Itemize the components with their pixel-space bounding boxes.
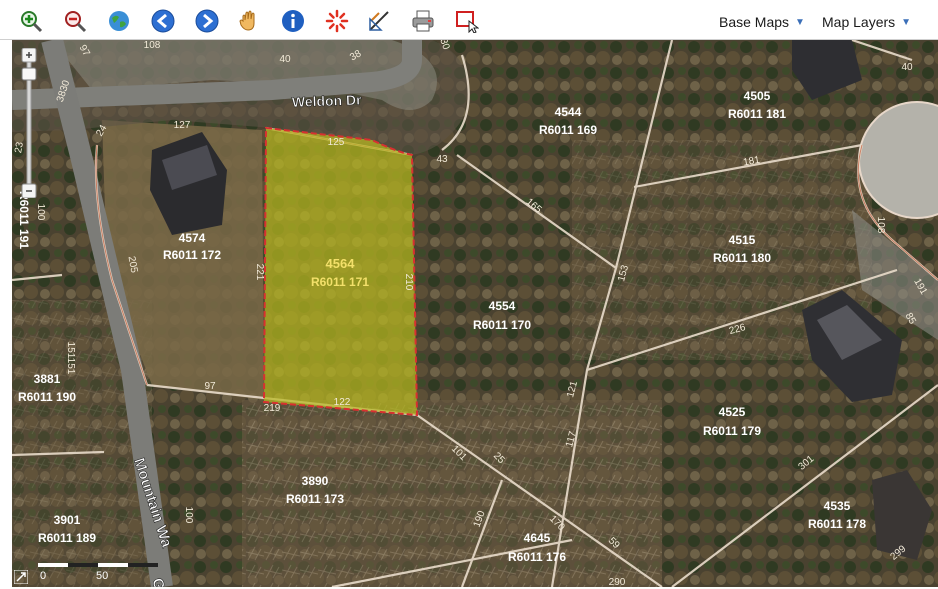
map-canvas[interactable]: Weldon Dr Mountain Wa G 4564 R6011 171 4… [12, 40, 938, 587]
expand-icon[interactable] [13, 569, 29, 585]
dimension-label: 127 [174, 120, 191, 131]
identify-burst-icon[interactable] [324, 8, 350, 34]
measure-icon[interactable] [366, 8, 392, 34]
dimension-label: 43 [436, 154, 448, 165]
parcel-number: 4525 [719, 405, 746, 419]
pan-hand-icon[interactable] [236, 8, 262, 34]
highlighted-parcel [262, 126, 419, 417]
dimension-label: 40 [279, 54, 291, 65]
parcel-id: R6011 169 [539, 123, 597, 137]
map-toolbar: Base Maps ▼ Map Layers ▼ [0, 0, 938, 40]
map-layers-menu[interactable]: Map Layers ▼ [822, 14, 911, 30]
highlight-parcel-id: R6011 171 [311, 275, 369, 289]
map-layers-label: Map Layers [822, 14, 896, 30]
parcel-id: R6011 178 [808, 517, 866, 531]
dimension-label: 290 [609, 577, 626, 587]
parcel-number: 4505 [744, 89, 771, 103]
parcel-number: 4515 [729, 233, 756, 247]
back-arrow-icon[interactable] [150, 8, 176, 34]
dimension-label: 151 [65, 342, 76, 359]
scale-bar: 0 50 [38, 563, 158, 583]
highlight-parcel-number: 4564 [326, 256, 356, 271]
dimension-label: 210 [403, 274, 414, 291]
chevron-down-icon: ▼ [901, 16, 912, 28]
parcel-id: R6011 179 [703, 424, 761, 438]
parcel-id: R6011 181 [728, 107, 786, 121]
chevron-down-icon: ▼ [795, 16, 805, 28]
dimension-label: 108 [875, 217, 886, 234]
zoom-out-icon[interactable] [62, 8, 88, 34]
dimension-label: 221 [254, 264, 265, 281]
dimension-label: 219 [264, 403, 281, 414]
forward-arrow-icon[interactable] [194, 8, 220, 34]
parcel-id: R6011 176 [508, 550, 566, 564]
print-icon[interactable] [410, 8, 436, 34]
parcel-number: 4535 [824, 499, 851, 513]
dimension-label: 122 [334, 397, 351, 408]
parcel-id: R6011 180 [713, 251, 771, 265]
dimension-label: 151 [65, 358, 76, 375]
dimension-label: 97 [204, 381, 216, 392]
base-maps-label: Base Maps [719, 14, 790, 30]
info-icon[interactable] [280, 8, 306, 34]
parcel-number: 3901 [54, 513, 81, 527]
dimension-label: 125 [328, 137, 345, 148]
dimension-label: 40 [901, 62, 913, 73]
parcel-number: 3881 [34, 372, 61, 386]
dimension-label: 108 [144, 40, 161, 51]
parcel-number: 4574 [179, 231, 206, 245]
globe-icon[interactable] [106, 8, 132, 34]
parcel-number: 4544 [555, 105, 582, 119]
dimension-label: 100 [183, 507, 194, 524]
parcel-id: R6011 190 [18, 390, 76, 404]
parcel-id: R6011 189 [38, 531, 96, 545]
scale-label-zero: 0 [40, 570, 46, 582]
street-label-weldon: Weldon Dr [292, 92, 363, 110]
parcel-id: R6011 173 [286, 492, 344, 506]
parcel-number: 3890 [302, 474, 329, 488]
edge-parcel-id: R6011 191 [17, 191, 31, 249]
parcel-id: R6011 170 [473, 318, 531, 332]
parcel-number: 4645 [524, 531, 551, 545]
zoom-slider-handle [21, 67, 37, 81]
select-box-icon[interactable] [454, 8, 480, 34]
zoom-slider[interactable] [18, 47, 40, 199]
parcel-id: R6011 172 [163, 248, 221, 262]
base-maps-menu[interactable]: Base Maps ▼ [719, 14, 805, 30]
scale-label-fifty: 50 [96, 570, 108, 582]
zoom-in-icon[interactable] [18, 8, 44, 34]
parcel-number: 4554 [489, 299, 516, 313]
dimension-label: 100 [35, 204, 46, 221]
